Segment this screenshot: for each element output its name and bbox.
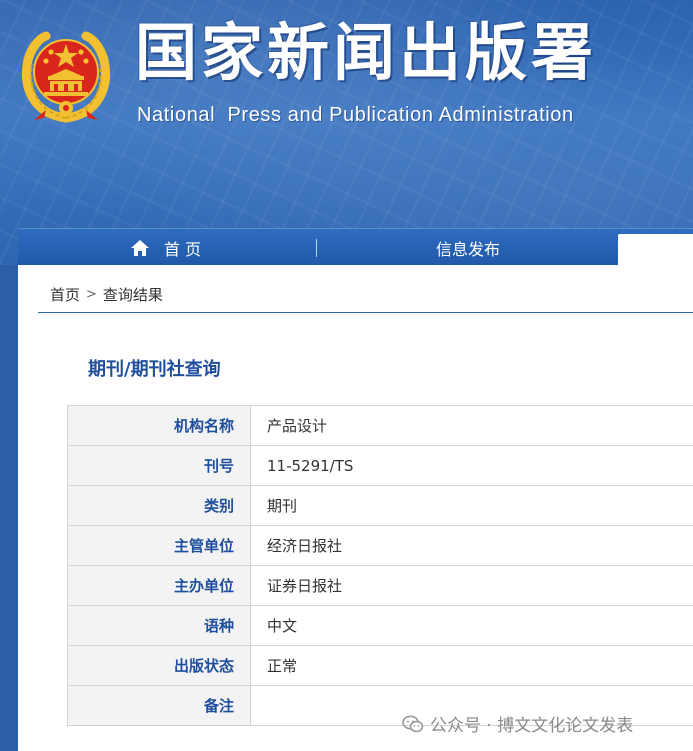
field-label: 主管单位 bbox=[67, 525, 251, 566]
field-label: 机构名称 bbox=[67, 405, 251, 446]
national-emblem-icon bbox=[20, 28, 112, 123]
breadcrumb: 首页 > 查询结果 bbox=[50, 284, 163, 305]
wechat-watermark: 公众号 · 搏文文化论文发表 bbox=[402, 711, 633, 736]
table-row: 刊号 11-5291/TS bbox=[67, 445, 693, 486]
field-label: 备注 bbox=[67, 685, 251, 726]
table-row: 主管单位 经济日报社 bbox=[67, 525, 693, 566]
nav-item-home[interactable]: 首 页 bbox=[130, 229, 201, 265]
nav-info-label: 信息发布 bbox=[436, 239, 501, 259]
field-label: 语种 bbox=[67, 605, 251, 646]
breadcrumb-current: 查询结果 bbox=[102, 286, 163, 304]
home-icon bbox=[131, 239, 149, 256]
table-row: 语种 中文 bbox=[67, 605, 693, 646]
watermark-text: 公众号 · 搏文文化论文发表 bbox=[430, 716, 634, 736]
header-banner: 国家新闻出版署 National Press and Publication A… bbox=[0, 0, 693, 265]
page-title: 期刊/期刊社查询 bbox=[88, 359, 221, 380]
field-value: 证券日报社 bbox=[250, 565, 693, 606]
breadcrumb-home-link[interactable]: 首页 bbox=[50, 284, 80, 305]
breadcrumb-divider bbox=[38, 312, 693, 313]
field-label: 类别 bbox=[67, 485, 251, 526]
field-label: 主办单位 bbox=[67, 565, 251, 606]
field-label: 刊号 bbox=[67, 445, 251, 486]
site-title-english: National Press and Publication Administr… bbox=[137, 104, 574, 126]
table-row: 类别 期刊 bbox=[67, 485, 693, 526]
field-value: 经济日报社 bbox=[250, 525, 693, 566]
field-value: 中文 bbox=[250, 605, 693, 646]
content-panel: 首页 > 查询结果 期刊/期刊社查询 机构名称 产品设计 刊号 11-5291/… bbox=[18, 265, 693, 751]
table-row: 主办单位 证券日报社 bbox=[67, 565, 693, 606]
main-nav: 首 页 信息发布 bbox=[18, 228, 693, 265]
site-title-chinese: 国家新闻出版署 bbox=[135, 16, 598, 89]
nav-divider bbox=[316, 239, 317, 257]
table-row: 出版状态 正常 bbox=[67, 645, 693, 686]
field-value: 正常 bbox=[250, 645, 693, 686]
wechat-icon bbox=[402, 715, 424, 732]
field-value: 11-5291/TS bbox=[250, 445, 693, 486]
result-table: 机构名称 产品设计 刊号 11-5291/TS 类别 期刊 主管单位 经济日报社… bbox=[67, 405, 693, 726]
field-value: 产品设计 bbox=[250, 405, 693, 446]
nav-item-info-release[interactable]: 信息发布 bbox=[436, 229, 500, 265]
field-value: 期刊 bbox=[250, 485, 693, 526]
nav-active-tab-edge bbox=[618, 234, 693, 265]
field-label: 出版状态 bbox=[67, 645, 251, 686]
table-row: 机构名称 产品设计 bbox=[67, 405, 693, 446]
breadcrumb-separator: > bbox=[86, 287, 97, 302]
nav-home-label: 首 页 bbox=[164, 239, 202, 259]
